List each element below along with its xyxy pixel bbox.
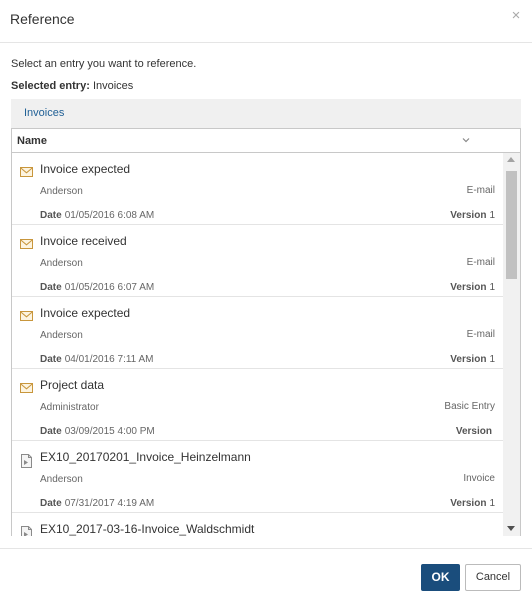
vertical-scrollbar[interactable]	[503, 153, 520, 536]
item-type: E-mail	[466, 329, 495, 340]
item-version: Version	[456, 426, 495, 437]
item-date-value: 01/05/2016 6:07 AM	[64, 282, 155, 293]
item-type: Basic Entry	[444, 401, 495, 412]
chevron-down-icon[interactable]	[460, 134, 472, 146]
entry-list: Invoice expected Anderson E-mail Date 01/05/…	[11, 153, 521, 536]
selected-entry: Selected entry: Invoices	[11, 80, 133, 92]
item-date-value: 01/05/2016 6:08 AM	[64, 210, 155, 221]
list-item[interactable]: Project data Administrator Basic Entry Date…	[12, 369, 505, 441]
breadcrumb-item-invoices[interactable]: Invoices	[24, 107, 64, 119]
item-date: Date 01/05/2016 6:07 AM	[40, 282, 154, 293]
item-name: Invoice received	[40, 234, 127, 248]
item-type: Invoice	[463, 473, 495, 484]
instruction-text: Select an entry you want to reference.	[11, 58, 197, 70]
item-date: Date 01/05/2016 6:08 AM	[40, 210, 154, 221]
cancel-button[interactable]: Cancel	[465, 564, 521, 591]
item-version-label: Version	[450, 498, 487, 509]
item-name: Project data	[40, 378, 105, 392]
item-name: Invoice expected	[40, 162, 131, 176]
scroll-up-arrow-icon[interactable]	[507, 157, 515, 162]
list-item[interactable]: Invoice expected Anderson E-mail Date 04/01/…	[12, 297, 505, 369]
item-version-label: Version	[450, 354, 487, 365]
selected-entry-label: Selected entry:	[11, 80, 90, 92]
item-name: Invoice expected	[40, 306, 131, 320]
item-author: Anderson	[40, 330, 83, 341]
close-icon[interactable]: ×	[508, 8, 524, 24]
list-item[interactable]: EX10_20170201_Invoice_Heinzelmann Anderso…	[12, 441, 505, 513]
mail-icon	[20, 382, 33, 394]
item-author: Administrator	[40, 402, 99, 413]
item-date: Date 04/01/2016 7:11 AM	[40, 354, 153, 365]
list-item[interactable]: EX10_2017-03-16-Invoice_Waldschmidt	[12, 513, 505, 536]
mail-icon	[20, 238, 33, 250]
item-version: Version 1	[450, 282, 495, 293]
item-version-value: 1	[489, 210, 495, 221]
entry-items: Invoice expected Anderson E-mail Date 01/05/…	[12, 153, 505, 536]
scroll-down-arrow-icon[interactable]	[507, 526, 515, 531]
item-version-label: Version	[450, 282, 487, 293]
item-version-value: 1	[489, 282, 495, 293]
reference-dialog: Reference × Select an entry you want to …	[0, 0, 532, 601]
ok-button[interactable]: OK	[421, 564, 460, 591]
item-version: Version 1	[450, 498, 495, 509]
item-author: Anderson	[40, 474, 83, 485]
breadcrumb: Invoices	[11, 99, 521, 128]
item-date-label: Date	[40, 210, 62, 221]
column-header[interactable]: Name	[11, 128, 521, 153]
item-date-value: 07/31/2017 4:19 AM	[64, 498, 155, 509]
list-item[interactable]: Invoice received Anderson E-mail Date 01/05/…	[12, 225, 505, 297]
mail-icon	[20, 166, 33, 178]
item-date-label: Date	[40, 354, 62, 365]
item-version-value: 1	[489, 354, 495, 365]
document-icon	[20, 454, 33, 468]
dialog-title: Reference	[10, 11, 75, 27]
item-date-value: 04/01/2016 7:11 AM	[64, 354, 154, 365]
item-date: Date 03/09/2015 4:00 PM	[40, 426, 155, 437]
selected-entry-value: Invoices	[92, 80, 134, 92]
item-version-label: Version	[455, 426, 492, 437]
column-header-name[interactable]: Name	[17, 135, 47, 147]
item-date: Date 07/31/2017 4:19 AM	[40, 498, 154, 509]
item-date-label: Date	[40, 426, 62, 437]
dialog-footer: OK Cancel	[0, 548, 532, 601]
item-author: Anderson	[40, 258, 83, 269]
item-author: Anderson	[40, 186, 83, 197]
item-version-value: 1	[489, 498, 495, 509]
mail-icon	[20, 310, 33, 322]
document-icon	[20, 526, 33, 536]
scrollbar-thumb[interactable]	[506, 171, 517, 279]
list-item[interactable]: Invoice expected Anderson E-mail Date 01/05/…	[12, 153, 505, 225]
item-version-label: Version	[450, 210, 487, 221]
item-version: Version 1	[450, 354, 495, 365]
item-version: Version 1	[450, 210, 495, 221]
item-name: EX10_20170201_Invoice_Heinzelmann	[40, 450, 251, 464]
item-date-label: Date	[40, 498, 62, 509]
item-type: E-mail	[466, 185, 495, 196]
item-name: EX10_2017-03-16-Invoice_Waldschmidt	[40, 522, 255, 536]
item-date-label: Date	[40, 282, 62, 293]
item-type: E-mail	[466, 257, 495, 268]
dialog-header: Reference ×	[0, 0, 532, 43]
item-date-value: 03/09/2015 4:00 PM	[64, 426, 155, 437]
